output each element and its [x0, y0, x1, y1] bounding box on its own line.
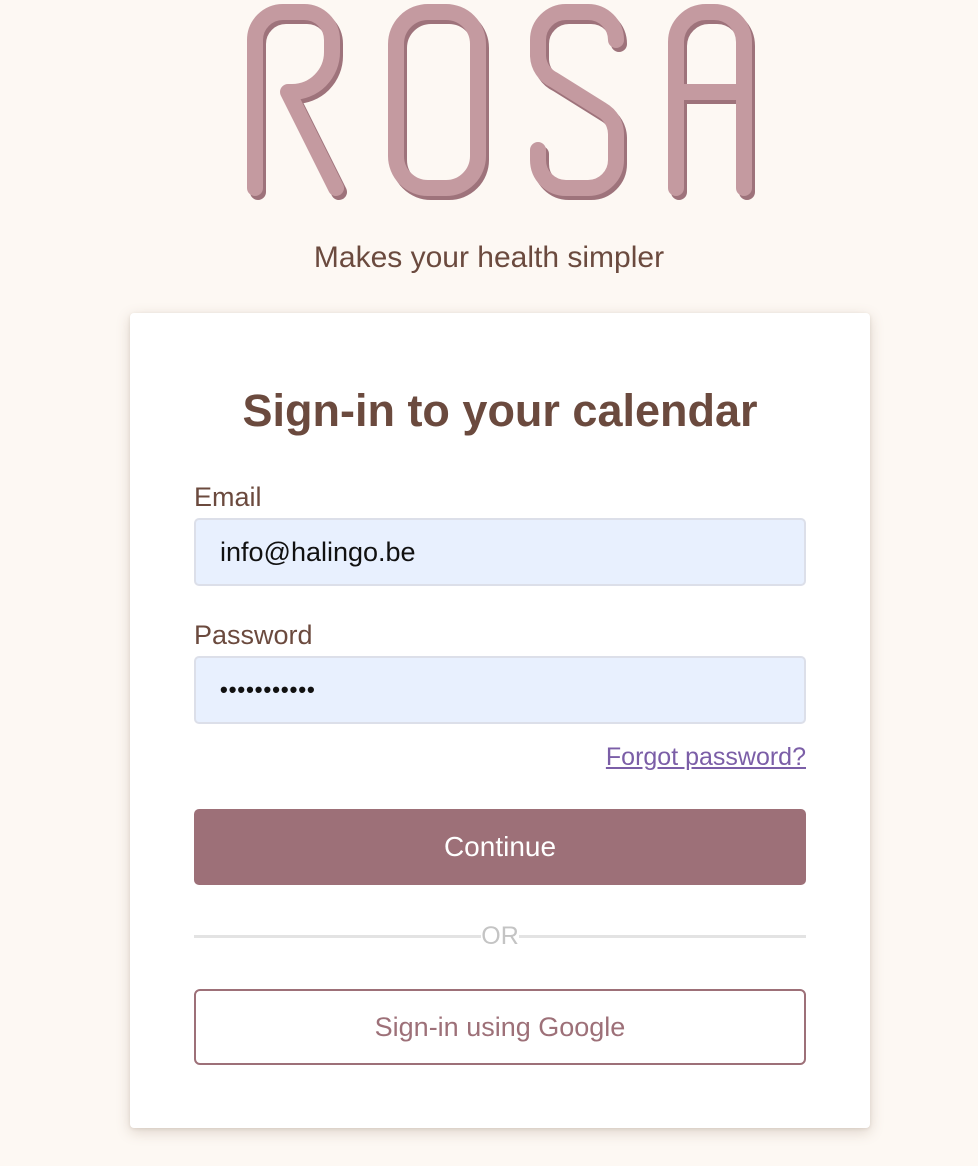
login-page: Makes your health simpler Sign-in to you… — [0, 0, 978, 1166]
login-title: Sign-in to your calendar — [242, 385, 758, 436]
or-divider: OR — [194, 918, 806, 954]
password-field[interactable]: ••••••••••• — [194, 656, 806, 724]
login-card: Sign-in to your calendar Email info@hali… — [130, 313, 870, 1128]
continue-button[interactable]: Continue — [194, 809, 806, 885]
tagline: Makes your health simpler — [313, 241, 665, 274]
google-signin-button[interactable]: Sign-in using Google — [194, 989, 806, 1065]
email-field[interactable]: info@halingo.be — [194, 518, 806, 586]
rosa-logo — [247, 4, 755, 200]
email-label: Email — [194, 482, 262, 512]
forgot-password-link[interactable]: Forgot password? — [606, 741, 806, 773]
divider-text: OR — [481, 922, 519, 950]
password-label: Password — [194, 620, 313, 650]
